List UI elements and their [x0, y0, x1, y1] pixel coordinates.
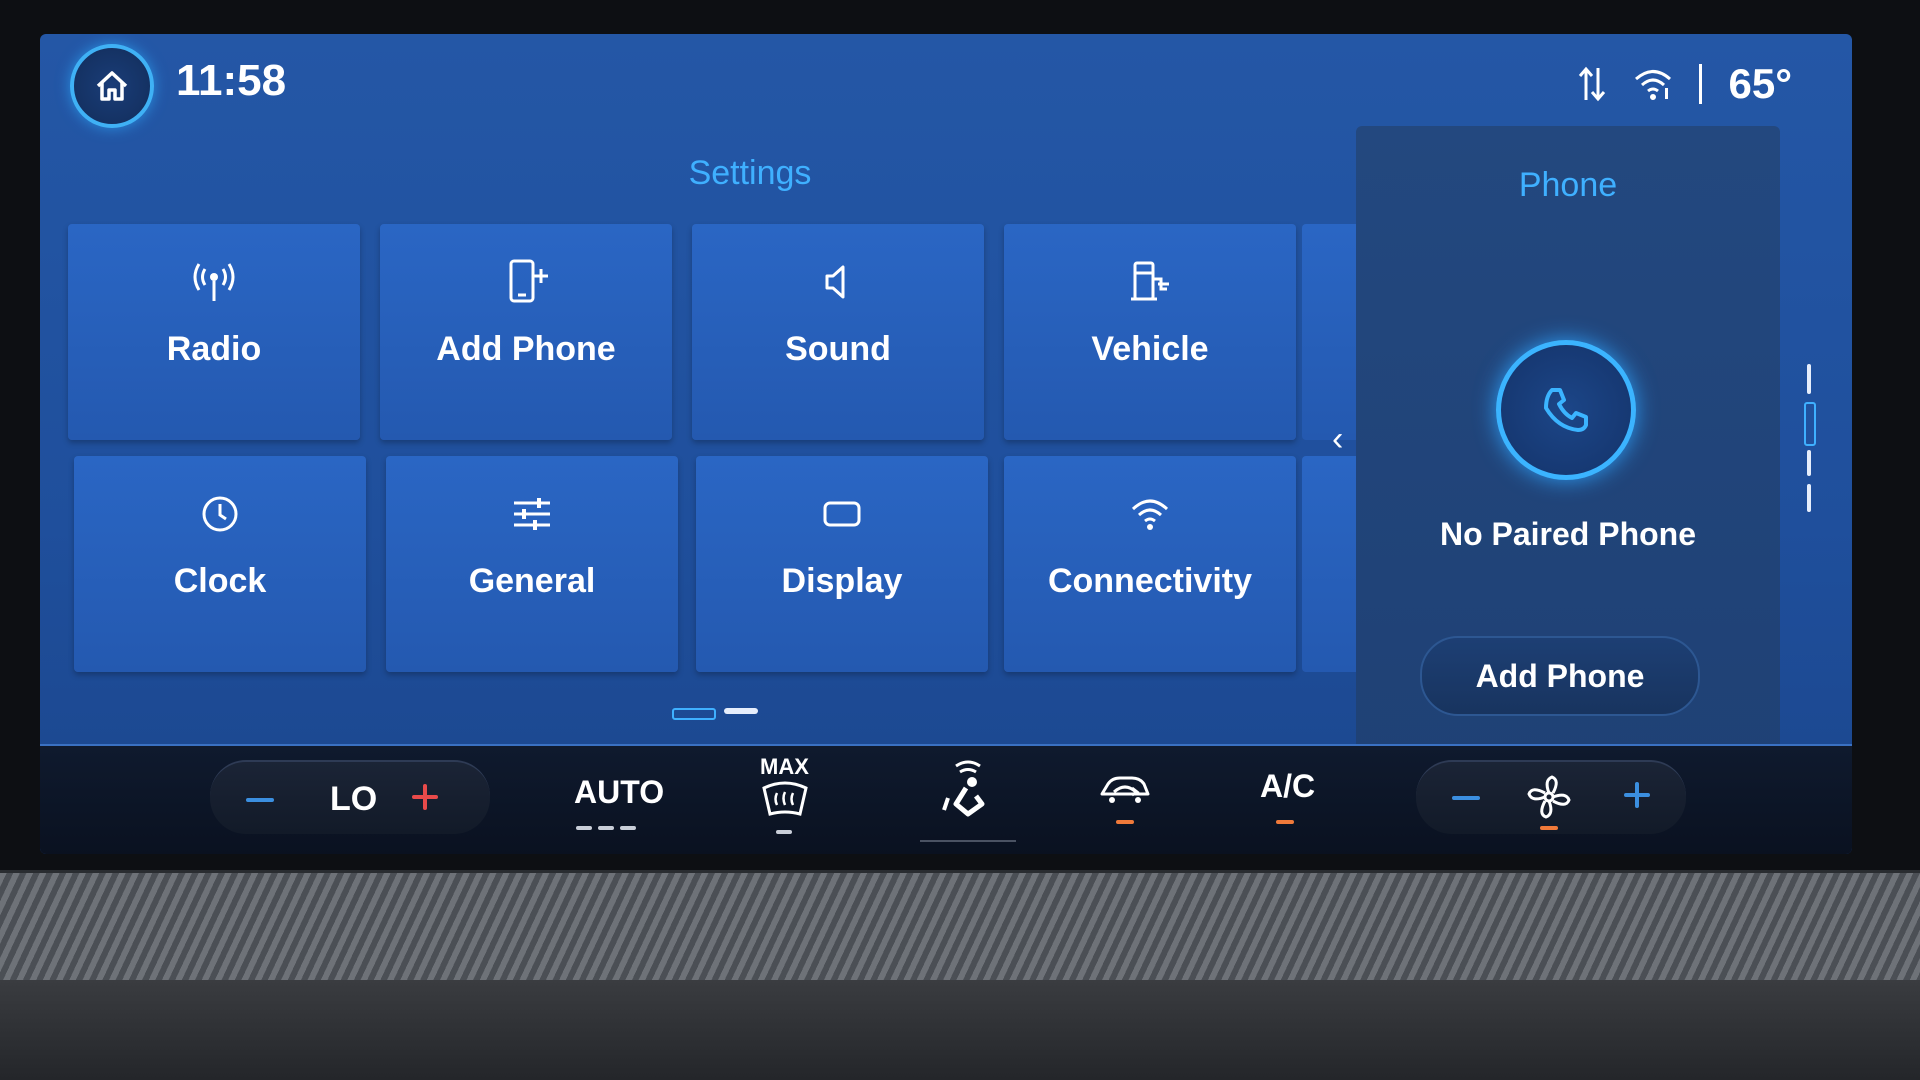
- tile-connectivity[interactable]: Connectivity: [1004, 456, 1296, 672]
- panel-scroll-indicator[interactable]: [1804, 364, 1816, 514]
- temp-up-button[interactable]: [410, 782, 440, 812]
- auto-indicator: [576, 826, 592, 830]
- page-dot-active[interactable]: [672, 708, 716, 720]
- tile-clock[interactable]: Clock: [74, 456, 366, 672]
- ac-indicator: [1276, 820, 1294, 824]
- data-transfer-icon: [1579, 66, 1606, 102]
- tile-vehicle[interactable]: Vehicle: [1004, 224, 1296, 440]
- driver-temp-control: LO: [210, 760, 490, 834]
- add-phone-icon: [509, 259, 548, 303]
- tile-label: Sound: [785, 330, 891, 368]
- chevron-left-icon[interactable]: ‹: [1332, 420, 1343, 459]
- fan-icon: [1527, 775, 1571, 819]
- clock-display: 11:58: [176, 56, 287, 105]
- clock-icon: [202, 496, 238, 532]
- fan-up-button[interactable]: [1622, 780, 1652, 810]
- phone-panel: Phone No Paired Phone Add Phone: [1356, 126, 1780, 766]
- radio-icon: [193, 263, 235, 301]
- vehicle-icon: [1131, 261, 1169, 301]
- tile-sound[interactable]: Sound: [692, 224, 984, 440]
- ac-label: A/C: [1260, 768, 1316, 804]
- page-dot[interactable]: [724, 708, 758, 714]
- temp-down-button[interactable]: [246, 798, 274, 802]
- phone-status-text: No Paired Phone: [1439, 516, 1697, 552]
- wifi-status-icon: [1635, 70, 1672, 100]
- phone-call-button[interactable]: [1496, 340, 1636, 480]
- dashboard-trim: [0, 870, 1920, 983]
- tile-add-phone[interactable]: Add Phone: [380, 224, 672, 440]
- recirculation-indicator: [1116, 820, 1134, 824]
- speaker-icon: [825, 265, 845, 299]
- tile-partial-next[interactable]: [1302, 456, 1362, 672]
- display-icon: [823, 501, 861, 527]
- max-label: MAX: [760, 754, 809, 779]
- scroll-segment: [1807, 450, 1811, 476]
- auto-climate-button[interactable]: AUTO: [570, 774, 664, 834]
- max-defrost-indicator: [776, 830, 792, 834]
- tile-radio[interactable]: Radio: [68, 224, 360, 440]
- scroll-segment: [1807, 484, 1811, 512]
- auto-label: AUTO: [574, 774, 665, 810]
- tile-partial-next[interactable]: [1302, 224, 1362, 440]
- tile-label: Clock: [173, 562, 267, 600]
- scroll-segment: [1807, 364, 1811, 394]
- home-button[interactable]: [70, 44, 154, 128]
- fan-speed-control: [1416, 760, 1686, 834]
- tile-label: General: [468, 562, 596, 600]
- recirculation-button[interactable]: [1090, 766, 1160, 836]
- infotainment-screen: 11:58 65° Settings Radio Add Phone Sound…: [40, 34, 1852, 854]
- tile-label: Add Phone: [436, 330, 616, 368]
- tile-label: Radio: [166, 330, 262, 368]
- phone-handset-icon: [1544, 388, 1588, 432]
- outside-temperature: 65°: [1728, 60, 1792, 107]
- tile-general[interactable]: General: [386, 456, 678, 672]
- add-phone-button[interactable]: Add Phone: [1420, 636, 1700, 716]
- home-icon: [96, 71, 128, 101]
- tile-label: Connectivity: [1047, 562, 1253, 600]
- auto-indicator: [620, 826, 636, 830]
- wifi-icon: [1131, 499, 1169, 530]
- climate-control-bar: LO AUTO MAX A/C: [40, 744, 1852, 854]
- settings-title: Settings: [688, 154, 812, 192]
- ac-button[interactable]: A/C: [1256, 768, 1326, 838]
- temp-setting: LO: [330, 780, 378, 818]
- tile-label: Vehicle: [1091, 330, 1209, 368]
- status-icons: 65°: [1577, 54, 1792, 114]
- recirculation-icon: [1100, 776, 1150, 803]
- fan-down-button[interactable]: [1452, 796, 1480, 800]
- scroll-thumb[interactable]: [1804, 402, 1816, 446]
- dashboard-lower: [0, 980, 1920, 1080]
- heated-seat-icon: [942, 760, 985, 817]
- sliders-icon: [514, 498, 550, 530]
- status-separator: [1699, 64, 1703, 104]
- fan-indicator: [1540, 826, 1558, 830]
- tile-label: Display: [781, 562, 903, 600]
- tile-display[interactable]: Display: [696, 456, 988, 672]
- page-indicator: [672, 708, 758, 720]
- max-defrost-button[interactable]: MAX: [756, 754, 816, 844]
- windshield-defrost-icon: [762, 781, 808, 816]
- heated-seat-button[interactable]: [920, 754, 1016, 842]
- auto-indicator: [598, 826, 614, 830]
- phone-panel-title: Phone: [1518, 166, 1618, 204]
